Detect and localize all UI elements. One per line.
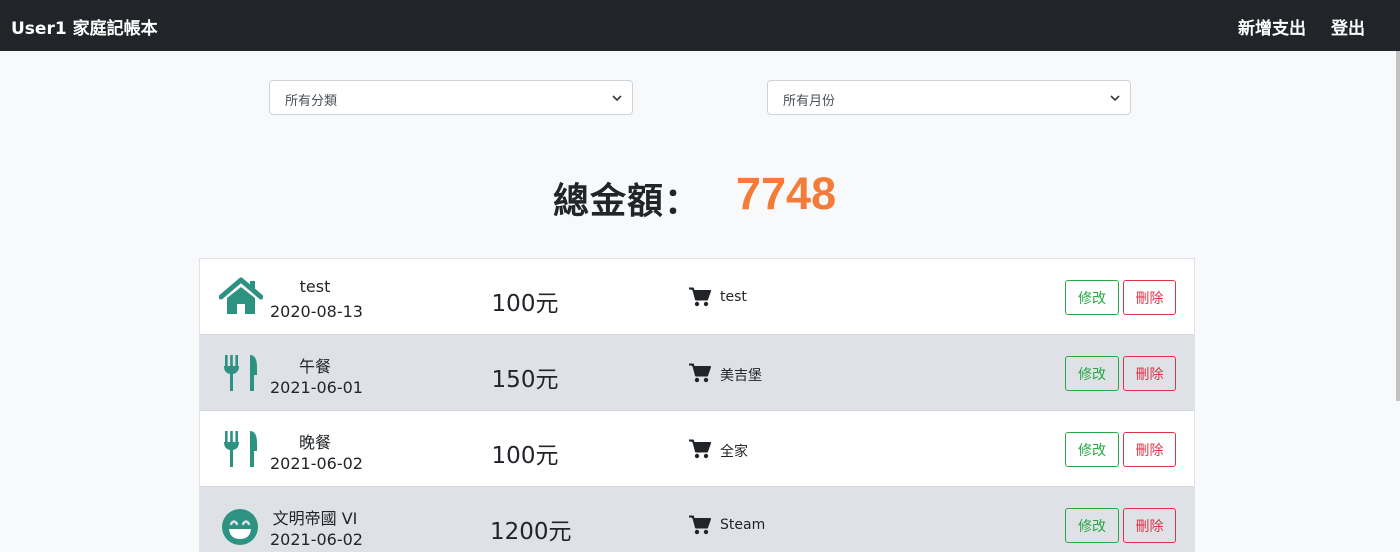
delete-button[interactable]: 刪除 <box>1123 356 1176 391</box>
item-name: test <box>299 277 331 296</box>
item-note: Steam <box>720 517 766 533</box>
home-icon <box>219 277 263 314</box>
delete-button[interactable]: 刪除 <box>1123 280 1176 315</box>
item-amount: 100元 <box>491 291 559 317</box>
utensils-icon <box>224 355 257 391</box>
total-label: 總金額： <box>553 181 702 222</box>
chevron-down-icon <box>612 95 622 102</box>
navbar: User1 家庭記帳本 新增支出 登出 <box>0 0 1400 51</box>
edit-button[interactable]: 修改 <box>1065 280 1119 315</box>
month-filter-value: 所有月份 <box>783 94 836 109</box>
shopping-cart-icon <box>689 287 711 307</box>
logout-link[interactable]: 登出 <box>1331 14 1365 39</box>
expense-row: 晚餐 2021-06-02 100元 全家 修改 刪除 <box>200 411 1194 487</box>
item-note: 全家 <box>720 444 748 460</box>
delete-button[interactable]: 刪除 <box>1123 508 1176 543</box>
category-filter-value: 所有分類 <box>285 94 338 109</box>
edit-button[interactable]: 修改 <box>1065 432 1119 467</box>
grin-icon <box>222 509 258 545</box>
expense-row: 文明帝國 VI 2021-06-02 1200元 Steam 修改 刪除 <box>200 487 1194 552</box>
expense-row: test 2020-08-13 100元 test 修改 刪除 <box>200 259 1194 335</box>
item-amount: 1200元 <box>490 519 572 545</box>
month-filter-select[interactable]: 所有月份 <box>767 80 1131 115</box>
scrollbar-thumb[interactable] <box>1396 51 1400 401</box>
category-filter-select[interactable]: 所有分類 <box>269 80 633 115</box>
item-note: 美吉堡 <box>720 368 762 384</box>
item-note: test <box>720 289 747 305</box>
utensils-icon <box>224 431 257 467</box>
item-name: 晚餐 <box>298 433 331 452</box>
expense-row: 午餐 2021-06-01 150元 美吉堡 修改 刪除 <box>200 335 1194 411</box>
chevron-down-icon <box>1110 95 1120 102</box>
item-name: 午餐 <box>298 357 331 376</box>
total-amount: 7748 <box>736 168 837 219</box>
shopping-cart-icon <box>689 439 711 459</box>
item-date: 2021-06-01 <box>270 378 363 397</box>
edit-button[interactable]: 修改 <box>1065 508 1119 543</box>
expense-list: test 2020-08-13 100元 test 修改 刪除 午餐 2021-… <box>199 258 1195 552</box>
brand-title[interactable]: User1 家庭記帳本 <box>11 14 158 39</box>
add-expense-link[interactable]: 新增支出 <box>1238 14 1306 39</box>
edit-button[interactable]: 修改 <box>1065 356 1119 391</box>
item-date: 2020-08-13 <box>270 302 363 321</box>
shopping-cart-icon <box>689 363 711 383</box>
item-amount: 100元 <box>491 443 559 469</box>
item-date: 2021-06-02 <box>270 454 363 473</box>
item-name: 文明帝國 VI <box>272 509 358 528</box>
shopping-cart-icon <box>689 515 711 535</box>
delete-button[interactable]: 刪除 <box>1123 432 1176 467</box>
item-amount: 150元 <box>491 367 559 393</box>
item-date: 2021-06-02 <box>270 530 363 549</box>
